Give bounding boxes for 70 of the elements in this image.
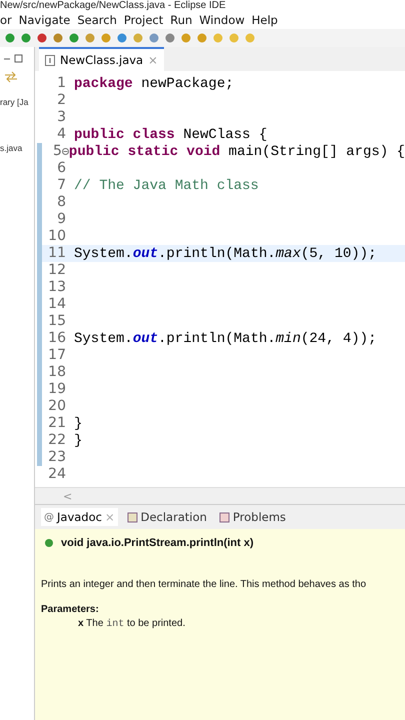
line-number: 22: [47, 432, 66, 449]
panel-tab[interactable]: Declaration: [124, 508, 210, 526]
line-number: 11: [47, 245, 66, 262]
menu-item[interactable]: or: [0, 13, 12, 27]
toolbar-icon[interactable]: [164, 32, 176, 44]
line-number: 13: [47, 279, 66, 296]
toolbar-icon[interactable]: [196, 32, 208, 44]
panel-tab[interactable]: @ Javadoc ×: [41, 508, 118, 526]
code-line: public static void main(String[] args) {: [68, 144, 405, 160]
menu-item[interactable]: Search: [77, 13, 117, 27]
parameters-heading: Parameters:: [41, 604, 100, 615]
tree-item[interactable]: rary [Ja: [0, 97, 28, 107]
line-number: 5: [52, 143, 62, 160]
toolbar-icon[interactable]: [180, 32, 192, 44]
line-number: 3: [56, 109, 66, 126]
panel-tab[interactable]: Problems: [216, 508, 289, 526]
line-number: 12: [47, 262, 66, 279]
code-line: // The Java Math class: [74, 178, 259, 194]
editor-tab[interactable]: NewClass.java ×: [39, 47, 164, 71]
toolbar-icon[interactable]: [68, 32, 80, 44]
line-number: 6: [56, 160, 66, 177]
line-number: 10: [47, 228, 66, 245]
code-line: System.out.println(Math.min(24, 4));: [74, 330, 376, 346]
toolbar-icon[interactable]: [84, 32, 96, 44]
line-number: 2: [56, 92, 66, 109]
declaration-icon: [126, 512, 138, 522]
parameter-description: x The int to be printed.: [78, 618, 186, 630]
window-controls-icon[interactable]: [2, 54, 24, 64]
toolbar-icon[interactable]: [4, 32, 16, 44]
line-number: 18: [47, 364, 66, 381]
line-number: 19: [47, 381, 66, 398]
menu-item[interactable]: Help: [252, 13, 278, 27]
method-icon: [45, 539, 53, 547]
code-line: System.out.println(Math.max(5, 10));: [74, 246, 376, 262]
line-number: 15: [47, 313, 66, 330]
line-number: 7: [56, 177, 66, 194]
line-number: 14: [47, 296, 66, 313]
menu-item[interactable]: Navigate: [18, 13, 70, 27]
toolbar-icon[interactable]: [116, 32, 128, 44]
toolbar-icon[interactable]: [36, 32, 48, 44]
code-line: package newPackage;: [74, 76, 234, 92]
tree-item[interactable]: s.java: [0, 143, 22, 153]
link-icon[interactable]: [4, 71, 18, 83]
line-number: 17: [47, 347, 66, 364]
java-file-icon: [45, 54, 55, 66]
code-line: }: [74, 416, 82, 432]
code-line: }: [74, 432, 82, 448]
code-editor[interactable]: [35, 71, 405, 487]
line-number: 16: [47, 330, 66, 347]
window-title: New/src/newPackage/NewClass.java - Eclipse IDE: [0, 0, 226, 11]
toolbar-icon[interactable]: [148, 32, 160, 44]
menu-item[interactable]: Window: [199, 13, 245, 27]
line-number: 20: [47, 398, 66, 415]
line-number: 1: [56, 75, 66, 92]
toolbar-icon[interactable]: [20, 32, 32, 44]
method-description: Prints an integer and then terminate the line. This method behaves as tho: [41, 579, 366, 590]
fold-icon[interactable]: [62, 148, 69, 155]
line-number: 23: [47, 449, 66, 466]
toolbar-icon[interactable]: [100, 32, 112, 44]
line-number: 21: [47, 415, 66, 432]
problems-icon: [218, 512, 230, 522]
line-number: 4: [56, 126, 66, 143]
menu-item[interactable]: Project: [124, 13, 164, 27]
line-number: 24: [47, 466, 66, 483]
menu-item[interactable]: Run: [170, 13, 192, 27]
code-line: public class NewClass {: [74, 126, 268, 142]
line-number: 8: [56, 194, 66, 211]
method-signature: void java.io.PrintStream.println(int x): [61, 537, 254, 549]
toolbar-icon[interactable]: [52, 32, 64, 44]
line-number: 9: [56, 211, 66, 228]
